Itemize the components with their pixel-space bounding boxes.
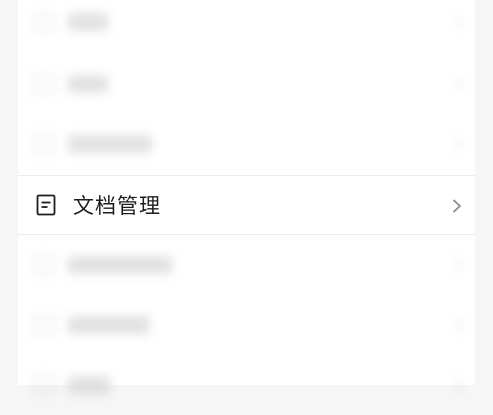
menu-item-document-management[interactable]: 文档管理 xyxy=(18,175,475,235)
menu-item-blurred-5[interactable] xyxy=(18,235,475,295)
menu-item-blurred-content xyxy=(34,376,110,394)
menu-item-blurred-7[interactable] xyxy=(18,355,475,415)
blurred-label xyxy=(68,75,108,93)
blurred-icon xyxy=(34,75,54,93)
chevron-right-icon xyxy=(448,76,464,92)
chevron-right-icon xyxy=(448,257,464,273)
menu-item-blurred-content xyxy=(34,13,108,31)
blurred-label xyxy=(68,13,108,31)
blurred-label xyxy=(68,135,152,153)
blurred-icon xyxy=(34,316,54,334)
blurred-label xyxy=(68,376,110,394)
blurred-icon xyxy=(34,376,54,394)
menu-item-blurred-1[interactable] xyxy=(18,0,475,52)
menu-item-label: 文档管理 xyxy=(73,194,161,218)
document-icon xyxy=(36,194,56,216)
blurred-icon xyxy=(34,13,54,31)
menu-item-blurred-6[interactable] xyxy=(18,295,475,355)
blurred-icon xyxy=(34,256,54,274)
menu-item-blurred-content xyxy=(34,256,172,274)
menu-item-blurred-3[interactable] xyxy=(18,114,475,174)
chevron-right-icon xyxy=(451,198,463,213)
chevron-right-icon xyxy=(448,377,464,393)
chevron-right-icon xyxy=(448,136,464,152)
blurred-icon xyxy=(34,135,54,153)
blurred-label xyxy=(68,256,172,274)
menu-item-blurred-content xyxy=(34,316,150,334)
blurred-label xyxy=(68,316,150,334)
menu-item-blurred-2[interactable] xyxy=(18,54,475,114)
menu-item-blurred-content xyxy=(34,135,152,153)
menu-item-blurred-content xyxy=(34,75,108,93)
chevron-right-icon xyxy=(448,317,464,333)
chevron-right-icon xyxy=(448,14,464,30)
settings-menu-list: 文档管理 xyxy=(18,0,475,394)
